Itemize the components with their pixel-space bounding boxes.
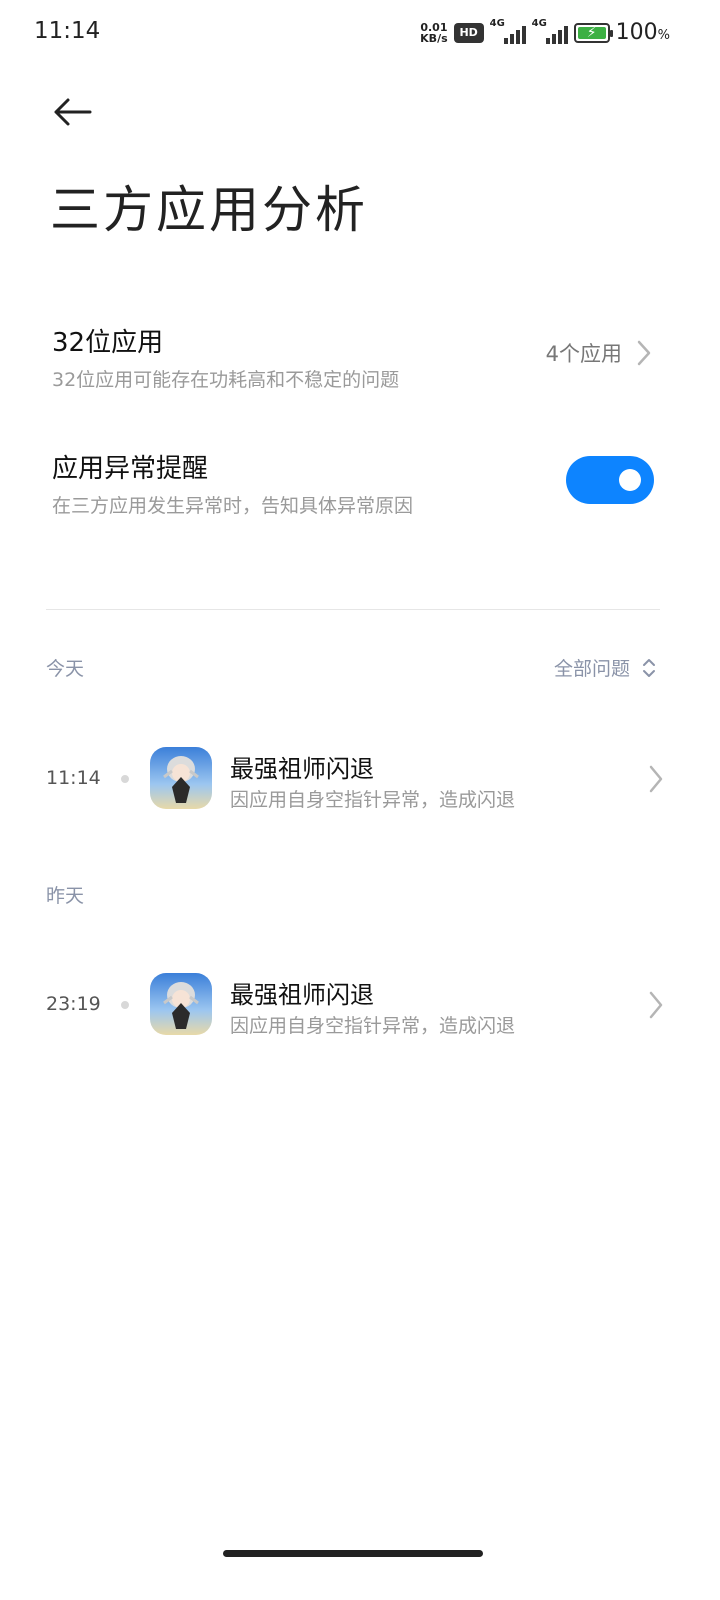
status-indicators: 0.01 KB/s HD 4G 4G ⚡ 100% [420,18,670,46]
chevron-right-icon [649,765,663,793]
hd-voice-icon: HD [453,22,484,43]
network-speed-value: 0.01 [420,20,448,34]
timeline-dot [121,1001,129,1009]
app-icon [150,973,212,1035]
sim2-network-type: 4G [531,17,547,29]
event-subtitle: 因应用自身空指针异常，造成闪退 [230,789,516,811]
app32-value: 4个应用 [546,338,652,368]
chevron-right-icon [637,340,651,366]
app-icon [150,747,212,809]
charging-icon: ⚡ [586,24,597,41]
back-arrow-icon [54,98,92,126]
sim2-signal-icon: 4G [532,18,568,44]
event-time: 11:14 [46,767,101,789]
event-title: 最强祖师闪退 [230,755,374,783]
app-alert-toggle[interactable] [566,456,654,504]
app32-setting-row[interactable]: 32位应用 32位应用可能存在功耗高和不稳定的问题 4个应用 [52,322,672,392]
page-title: 三方应用分析 [50,181,368,239]
home-indicator[interactable] [223,1550,483,1557]
network-speed: 0.01 KB/s [420,22,447,44]
sim1-signal-icon: 4G [490,18,526,44]
event-time: 23:19 [46,993,101,1015]
issue-filter-label: 全部问题 [553,658,630,680]
section-label-yesterday: 昨天 [46,885,85,907]
sim1-network-type: 4G [489,17,505,29]
event-title: 最强祖师闪退 [230,981,374,1009]
status-time: 11:14 [34,18,101,44]
battery-percent-value: 100 [615,20,658,45]
back-button[interactable] [44,88,100,136]
network-speed-unit: KB/s [420,31,448,45]
battery-level-fill: ⚡ [577,24,606,41]
battery-icon: ⚡ [573,22,613,43]
event-row[interactable]: 11:14 最强祖师闪退 因应用自身空指针异常，造成闪退 [46,745,666,815]
toggle-knob [619,469,641,491]
section-label-today: 今天 [46,658,85,680]
timeline-dot [121,775,129,783]
battery-percent: 100% [616,20,670,45]
chevron-right-icon [649,991,663,1019]
event-subtitle: 因应用自身空指针异常，造成闪退 [230,1015,516,1037]
app32-subtitle: 32位应用可能存在功耗高和不稳定的问题 [52,369,400,391]
status-bar: 11:14 0.01 KB/s HD 4G 4G ⚡ 100% [0,0,720,66]
event-row[interactable]: 23:19 最强祖师闪退 因应用自身空指针异常，造成闪退 [46,971,666,1041]
sort-updown-icon [643,658,655,677]
app32-count: 4个应用 [545,342,622,366]
divider [46,609,660,610]
battery-percent-sign: % [657,28,670,43]
issue-filter-dropdown[interactable]: 全部问题 [554,654,656,681]
app-alert-setting-row: 应用异常提醒 在三方应用发生异常时，告知具体异常原因 [52,448,672,518]
